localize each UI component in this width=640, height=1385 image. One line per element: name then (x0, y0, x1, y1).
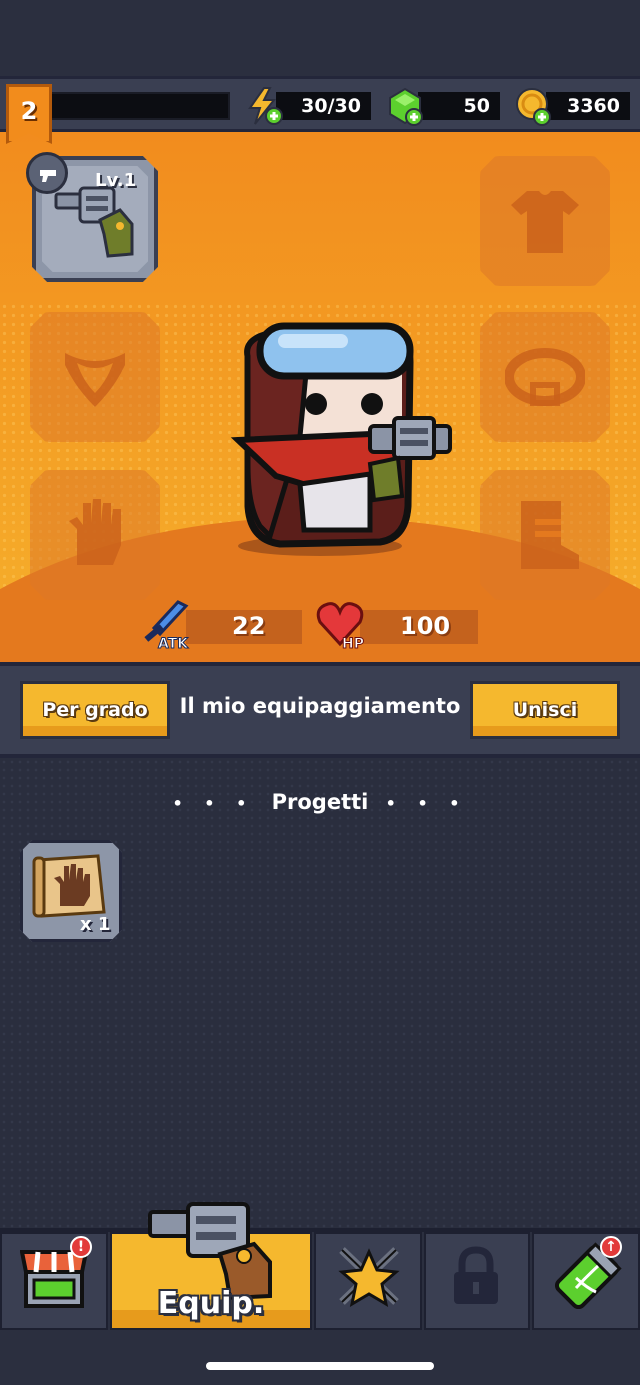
bottom-safe-area (0, 1334, 640, 1385)
atk-label: ATK (158, 636, 189, 652)
belt-icon (505, 348, 585, 406)
section-header: • • • Progetti • • • (0, 790, 640, 814)
hand-gun-tag-icon (40, 170, 56, 182)
merge-button[interactable]: Unisci (470, 681, 620, 739)
merge-label: Unisci (512, 699, 578, 721)
swords-star-icon (338, 1247, 400, 1307)
gem-counter: 50 (418, 92, 500, 120)
revolver-icon (54, 186, 134, 258)
coin-counter: 3360 (546, 92, 630, 120)
atk-value: 22 (232, 612, 266, 640)
gloves-blueprint-icon (32, 854, 106, 918)
player-character (230, 322, 452, 556)
section-title: Progetti (271, 790, 369, 814)
heart-icon: HP (316, 602, 364, 652)
item-quantity: x 1 (80, 914, 111, 935)
boot-icon (521, 501, 579, 569)
gem-icon[interactable] (386, 86, 424, 126)
boots-slot[interactable] (480, 470, 610, 600)
sort-by-grade-button[interactable]: Per grado (20, 681, 170, 739)
scarf-icon (65, 353, 125, 407)
necklace-slot[interactable] (30, 312, 160, 442)
lightning-icon[interactable] (246, 86, 284, 126)
shirt-icon (511, 191, 579, 253)
level-value: 2 (20, 97, 38, 125)
nav-equip-label: Equip. (157, 1286, 265, 1321)
coin-value: 3360 (567, 95, 620, 117)
gloves-slot[interactable] (30, 470, 160, 600)
hp-value: 100 (400, 612, 451, 640)
gem-value: 50 (463, 95, 490, 117)
armor-slot[interactable] (480, 156, 610, 286)
dots-left-icon: • • • (172, 794, 255, 813)
shop-notification-badge: ! (70, 1236, 92, 1258)
evolve-notification-badge: ↑ (600, 1236, 622, 1258)
dots-right-icon: • • • (385, 794, 468, 813)
energy-counter: 30/30 (276, 92, 371, 120)
inventory-panel (0, 758, 640, 1228)
sword-icon: ATK (144, 600, 190, 652)
hp-label: HP (342, 636, 364, 652)
glove-icon (69, 499, 121, 565)
lock-icon (454, 1246, 498, 1304)
equipment-title: Il mio equipaggiamento (179, 694, 461, 718)
status-bar (0, 0, 640, 76)
sort-label: Per grado (42, 699, 148, 721)
xp-bar (50, 92, 230, 120)
energy-value: 30/30 (301, 95, 361, 117)
coin-icon[interactable] (514, 86, 552, 126)
revolver-nav-icon (148, 1202, 272, 1300)
home-indicator[interactable] (206, 1362, 434, 1370)
belt-slot[interactable] (480, 312, 610, 442)
